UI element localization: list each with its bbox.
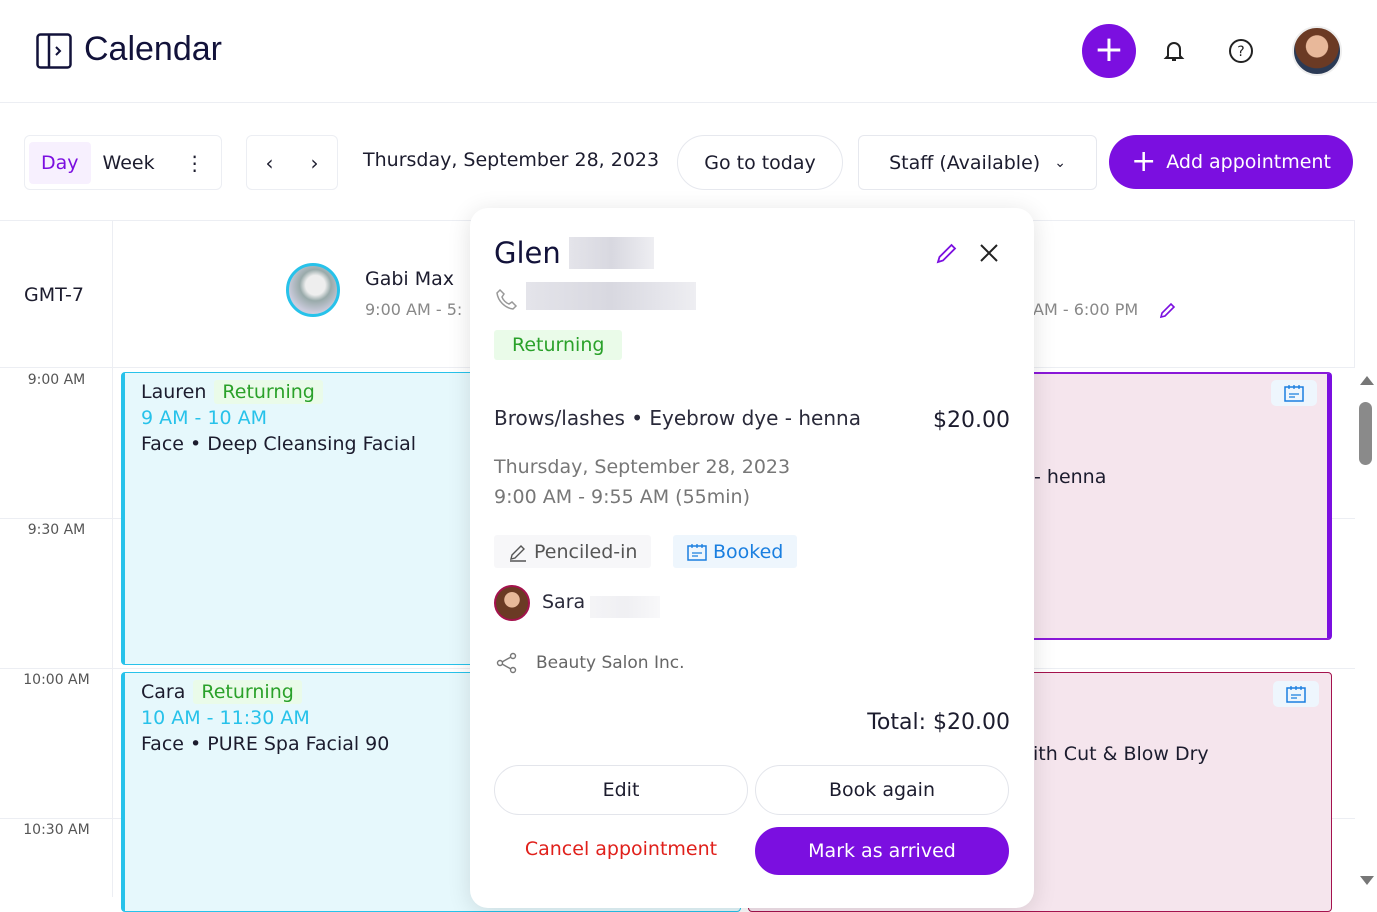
svg-text:?: ? bbox=[1237, 44, 1244, 60]
time-label: 10:00 AM bbox=[23, 672, 90, 688]
scrollbar-thumb[interactable] bbox=[1359, 402, 1372, 465]
date-nav: ‹ › bbox=[246, 135, 338, 190]
booked-button[interactable]: Booked bbox=[673, 535, 798, 568]
chevron-down-icon: ⌄ bbox=[1054, 154, 1066, 171]
mark-as-arrived-button[interactable]: Mark as arrived bbox=[755, 827, 1009, 875]
chevron-left-icon[interactable]: ‹ bbox=[266, 151, 274, 175]
appointment-popup: Glen Returning Brows/lashes • Eyebrow dy… bbox=[470, 208, 1034, 908]
appointment-date: Thursday, September 28, 2023 bbox=[494, 456, 791, 478]
phone-icon bbox=[496, 288, 518, 314]
scroll-down-icon[interactable] bbox=[1360, 876, 1374, 885]
redacted-surname bbox=[568, 237, 654, 269]
staff-name: Gabi Max bbox=[365, 268, 455, 290]
pencil-icon bbox=[510, 544, 526, 562]
edit-button[interactable]: Edit bbox=[494, 765, 748, 815]
service-price: $20.00 bbox=[933, 408, 1010, 433]
penciled-in-button[interactable]: Penciled-in bbox=[494, 535, 652, 568]
service-name: - henna bbox=[1034, 466, 1107, 488]
help-icon: ? bbox=[1229, 39, 1253, 63]
chevron-right-icon[interactable]: › bbox=[311, 151, 319, 175]
client-name: Glen bbox=[494, 236, 561, 270]
client-name: Cara bbox=[141, 681, 186, 703]
returning-badge: Returning bbox=[214, 380, 323, 404]
timezone-label: GMT-7 bbox=[24, 284, 84, 306]
tab-week[interactable]: Week bbox=[103, 152, 155, 174]
time-label: 9:30 AM bbox=[27, 522, 86, 538]
penciled-in-label: Penciled-in bbox=[534, 540, 638, 563]
notifications-button[interactable] bbox=[1157, 34, 1191, 68]
add-appointment-label: Add appointment bbox=[1166, 151, 1331, 173]
avatar[interactable] bbox=[1292, 26, 1342, 76]
view-switcher: Day Week ⋮ bbox=[24, 135, 222, 190]
bell-icon bbox=[1163, 42, 1185, 61]
returning-badge: Returning bbox=[193, 680, 302, 704]
service-name: ith Cut & Blow Dry bbox=[1033, 743, 1209, 765]
help-button[interactable]: ? bbox=[1224, 34, 1258, 68]
staff-avatar bbox=[494, 585, 530, 621]
staff-dropdown-label: Staff (Available) bbox=[889, 151, 1041, 174]
plus-icon: + bbox=[1093, 29, 1125, 70]
booked-label: Booked bbox=[713, 540, 784, 563]
more-options-icon[interactable]: ⋮ bbox=[185, 151, 205, 175]
redacted-staff-surname bbox=[590, 596, 660, 618]
sidebar-toggle-icon[interactable] bbox=[36, 33, 72, 73]
scrollbar[interactable] bbox=[1357, 368, 1377, 897]
page-title: Calendar bbox=[84, 30, 222, 68]
booked-calendar-icon bbox=[1273, 681, 1319, 707]
book-again-button[interactable]: Book again bbox=[755, 765, 1009, 815]
staff-hours: 9:00 AM - 5: bbox=[365, 300, 463, 319]
add-appointment-button[interactable]: + Add appointment bbox=[1109, 135, 1353, 189]
plus-icon: + bbox=[1131, 144, 1157, 179]
staff-hours: AM - 6:00 PM bbox=[1033, 300, 1139, 319]
time-column bbox=[0, 220, 113, 897]
total-price: Total: $20.00 bbox=[867, 710, 1010, 735]
tab-day[interactable]: Day bbox=[29, 141, 91, 184]
close-icon[interactable] bbox=[977, 241, 1001, 269]
appointment-time: 9:00 AM - 9:55 AM (55min) bbox=[494, 486, 750, 508]
location-name: Beauty Salon Inc. bbox=[536, 653, 685, 673]
returning-badge: Returning bbox=[494, 330, 623, 360]
client-name: Lauren bbox=[141, 381, 207, 403]
edit-hours-icon[interactable] bbox=[1158, 300, 1178, 324]
create-button[interactable]: + bbox=[1082, 24, 1136, 78]
edit-icon[interactable] bbox=[934, 240, 960, 270]
app-header: Calendar + ? bbox=[0, 0, 1377, 103]
booked-calendar-icon bbox=[1271, 380, 1317, 406]
staff-avatar bbox=[286, 263, 340, 317]
scroll-up-icon[interactable] bbox=[1360, 376, 1374, 385]
share-icon bbox=[496, 652, 518, 678]
redacted-phone bbox=[526, 282, 696, 310]
calendar-icon bbox=[687, 543, 707, 561]
staff-name: Sara bbox=[542, 591, 586, 613]
staff-dropdown[interactable]: Staff (Available) ⌄ bbox=[858, 135, 1097, 190]
time-label: 10:30 AM bbox=[23, 822, 90, 838]
time-label: 9:00 AM bbox=[27, 372, 86, 388]
current-date: Thursday, September 28, 2023 bbox=[363, 149, 660, 171]
cancel-appointment-button[interactable]: Cancel appointment bbox=[494, 838, 748, 860]
service-name: Brows/lashes • Eyebrow dye - henna bbox=[494, 406, 861, 430]
go-to-today-button[interactable]: Go to today bbox=[677, 135, 843, 190]
